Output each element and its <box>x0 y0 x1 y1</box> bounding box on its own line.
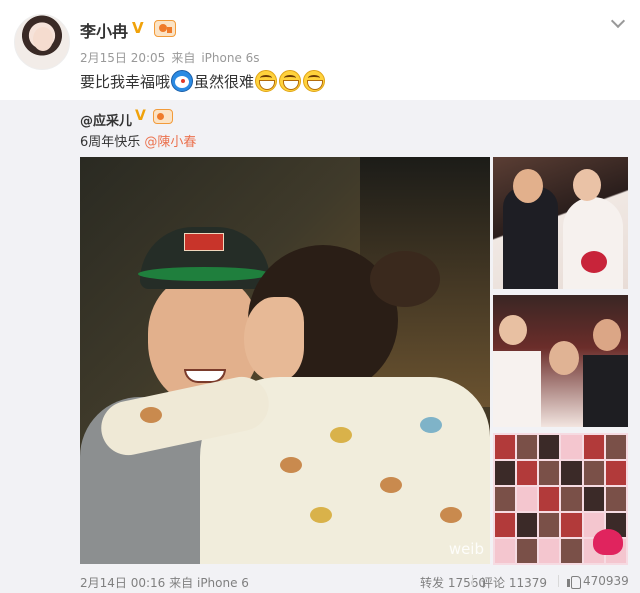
comment-count: 11379 <box>508 576 548 590</box>
post-date[interactable]: 2月15日 20:05 <box>80 51 165 65</box>
verified-badge-icon: V <box>132 19 144 37</box>
comment-label: 评论 <box>481 576 506 590</box>
avatar[interactable] <box>14 14 70 70</box>
laughing-emoji-icon <box>255 70 278 92</box>
repost-meta: 2月14日 00:16 来自 iPhone 6 <box>80 574 249 591</box>
post-text: 要比我幸福哦 虽然很难 <box>80 70 326 92</box>
repost-vip-badge-icon <box>153 109 173 124</box>
divider <box>558 575 559 587</box>
repost-source[interactable]: iPhone 6 <box>197 576 249 590</box>
post-footer: 2月14日 00:16 来自 iPhone 6 转发 17560 评论 1137… <box>0 570 640 593</box>
thumbnail-wedding-ceremony[interactable] <box>493 295 628 427</box>
username[interactable]: 李小冉 <box>80 18 128 42</box>
repost-username[interactable]: @应采儿 <box>80 110 132 129</box>
repost-text: 6周年快乐 @陳小春 <box>80 131 196 150</box>
laughing-emoji-icon <box>279 70 302 92</box>
thumbnail-wedding-couple[interactable] <box>493 157 628 289</box>
like-count: 470939 <box>583 574 629 588</box>
repost-source-prefix: 来自 <box>169 576 194 590</box>
repost-verified-badge-icon: V <box>135 108 146 124</box>
source-prefix: 来自 <box>171 51 196 65</box>
post-text-part2: 虽然很难 <box>194 72 255 91</box>
divider <box>472 575 473 587</box>
mention-link[interactable]: @陳小春 <box>144 135 196 150</box>
main-photo[interactable]: weib <box>80 157 490 564</box>
weibo-post: 李小冉 V 2月15日 20:05 来自 iPhone 6s 要比我幸福哦 虽然很难… <box>0 0 640 593</box>
thumbs-up-icon <box>567 575 581 589</box>
laughing-emoji-icon <box>303 70 326 92</box>
doraemon-emoji-icon <box>171 70 194 92</box>
post-source[interactable]: iPhone 6s <box>201 51 259 65</box>
thumbnail-photo-collage[interactable] <box>493 433 628 565</box>
post-meta: 2月15日 20:05 来自 iPhone 6s <box>80 49 266 66</box>
vip-badge-icon <box>154 20 176 37</box>
repost-text-body: 6周年快乐 <box>80 135 145 150</box>
repost-date[interactable]: 2月14日 00:16 <box>80 576 165 590</box>
like-button[interactable]: 470939 <box>567 574 629 589</box>
comment-button[interactable]: 评论 11379 <box>481 574 547 591</box>
post-text-part1: 要比我幸福哦 <box>80 72 171 91</box>
repost-button[interactable]: 转发 17560 <box>420 574 486 591</box>
photo-watermark: weib <box>448 540 484 558</box>
reposted-content: @应采儿 V 6周年快乐 @陳小春 weib <box>0 100 640 593</box>
repost-label: 转发 <box>420 576 445 590</box>
chevron-down-icon[interactable] <box>610 14 626 30</box>
